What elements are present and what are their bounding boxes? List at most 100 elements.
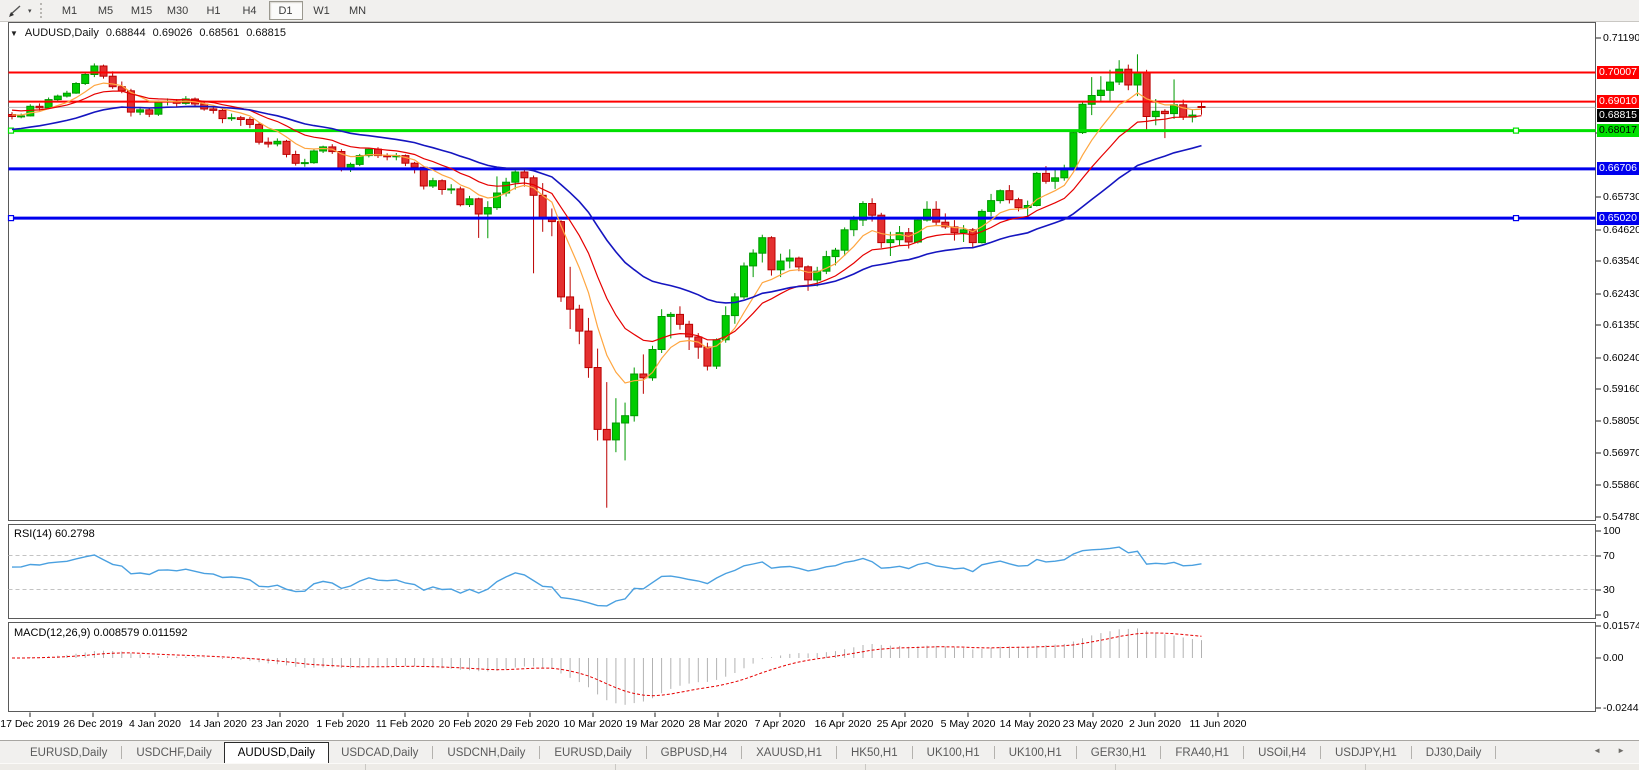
tab-separator bbox=[994, 746, 995, 759]
tab-fra40-h1[interactable]: FRA40,H1 bbox=[1163, 744, 1241, 763]
tab-separator bbox=[1076, 746, 1077, 759]
timeframe-button-h4[interactable]: H4 bbox=[233, 1, 267, 20]
tab-separator bbox=[432, 746, 433, 759]
price-tick: 0.54780 bbox=[1603, 511, 1639, 523]
price-tick: 0.60240 bbox=[1603, 352, 1639, 364]
price-tick: 0.62430 bbox=[1603, 288, 1639, 300]
date-label: 23 May 2020 bbox=[1063, 718, 1124, 730]
date-label: 25 Apr 2020 bbox=[877, 718, 934, 730]
date-label: 28 Mar 2020 bbox=[689, 718, 748, 730]
macd-tick: 0.015741 bbox=[1603, 620, 1639, 632]
tab-separator bbox=[1160, 746, 1161, 759]
tab-usdjpy-h1[interactable]: USDJPY,H1 bbox=[1323, 744, 1409, 763]
timeframe-button-m5[interactable]: M5 bbox=[89, 1, 123, 20]
rsi-label: RSI(14) 60.2798 bbox=[14, 528, 95, 540]
tab-usdcnh-daily[interactable]: USDCNH,Daily bbox=[435, 744, 537, 763]
hline-price-label-0.66706[interactable]: 0.66706 bbox=[1597, 162, 1639, 175]
tab-uk100-h1-1[interactable]: UK100,H1 bbox=[915, 744, 992, 763]
date-label: 23 Jan 2020 bbox=[251, 718, 309, 730]
ohlc-high: 0.69026 bbox=[153, 27, 193, 39]
tab-eurusd-daily-2[interactable]: EURUSD,Daily bbox=[542, 744, 643, 763]
hline-price-label-0.69010[interactable]: 0.69010 bbox=[1597, 95, 1639, 108]
date-label: 4 Jan 2020 bbox=[129, 718, 181, 730]
macd-tick: 0.00 bbox=[1603, 652, 1639, 664]
date-label: 14 Jan 2020 bbox=[189, 718, 247, 730]
price-tick: 0.63540 bbox=[1603, 255, 1639, 267]
tab-uk100-h1-2[interactable]: UK100,H1 bbox=[997, 744, 1074, 763]
macd-tick: -0.024412 bbox=[1603, 702, 1639, 714]
tab-separator bbox=[912, 746, 913, 759]
tab-gbpusd-h4[interactable]: GBPUSD,H4 bbox=[649, 744, 739, 763]
date-label: 2 Jun 2020 bbox=[1129, 718, 1181, 730]
hline-price-label-0.68017[interactable]: 0.68017 bbox=[1597, 124, 1639, 137]
timeframe-button-h1[interactable]: H1 bbox=[197, 1, 231, 20]
date-label: 14 May 2020 bbox=[1000, 718, 1061, 730]
date-label: 17 Dec 2019 bbox=[0, 718, 60, 730]
price-tick: 0.65730 bbox=[1603, 191, 1639, 203]
hline-price-label-0.70007[interactable]: 0.70007 bbox=[1597, 66, 1639, 79]
ohlc-close: 0.68815 bbox=[246, 27, 286, 39]
line-draw-tool-icon[interactable] bbox=[2, 2, 28, 19]
toolbar-grip bbox=[40, 3, 47, 18]
tab-usdcad-daily[interactable]: USDCAD,Daily bbox=[329, 744, 430, 763]
tool-dropdown-caret[interactable]: ▾ bbox=[28, 7, 32, 15]
tab-xauusd-h1[interactable]: XAUUSD,H1 bbox=[744, 744, 834, 763]
price-tick: 0.61350 bbox=[1603, 319, 1639, 331]
tab-scroll-left-icon[interactable]: ◄ bbox=[1593, 746, 1601, 755]
chart-canvas[interactable] bbox=[0, 0, 1639, 769]
date-label: 20 Feb 2020 bbox=[439, 718, 498, 730]
timeframe-button-w1[interactable]: W1 bbox=[305, 1, 339, 20]
macd-label: MACD(12,26,9) 0.008579 0.011592 bbox=[14, 627, 187, 639]
ohlc-open: 0.68844 bbox=[106, 27, 146, 39]
date-label: 10 Mar 2020 bbox=[564, 718, 623, 730]
date-label: 1 Feb 2020 bbox=[316, 718, 369, 730]
tab-separator bbox=[1495, 746, 1496, 759]
tab-separator bbox=[539, 746, 540, 759]
timeframe-button-mn[interactable]: MN bbox=[341, 1, 375, 20]
tab-ger30-h1[interactable]: GER30,H1 bbox=[1079, 744, 1159, 763]
price-tick: 0.71190 bbox=[1603, 32, 1639, 44]
chart-tab-bar: EURUSD,Daily USDCHF,Daily AUDUSD,Daily U… bbox=[0, 740, 1639, 763]
tab-separator bbox=[836, 746, 837, 759]
timeframe-button-d1[interactable]: D1 bbox=[269, 1, 303, 20]
rsi-tick: 70 bbox=[1603, 550, 1639, 562]
chart-title: ▼ AUDUSD,Daily 0.68844 0.69026 0.68561 0… bbox=[10, 27, 286, 39]
tab-dj30-daily[interactable]: DJ30,Daily bbox=[1414, 744, 1494, 763]
date-label: 16 Apr 2020 bbox=[815, 718, 872, 730]
date-label: 11 Feb 2020 bbox=[376, 718, 434, 730]
tab-separator bbox=[646, 746, 647, 759]
price-tick: 0.64620 bbox=[1603, 224, 1639, 236]
tab-separator bbox=[121, 746, 122, 759]
tab-hk50-h1[interactable]: HK50,H1 bbox=[839, 744, 910, 763]
price-tick: 0.56970 bbox=[1603, 447, 1639, 459]
price-tick: 0.58050 bbox=[1603, 415, 1639, 427]
date-label: 19 Mar 2020 bbox=[626, 718, 685, 730]
mt4-window: { "toolbar": { "tool_icon": "line-draw-t… bbox=[0, 0, 1639, 769]
hline-price-label-0.65020[interactable]: 0.65020 bbox=[1597, 212, 1639, 225]
timeframe-toolbar: ▾ M1 M5 M15 M30 H1 H4 D1 W1 MN bbox=[0, 0, 1639, 22]
date-label: 5 May 2020 bbox=[941, 718, 996, 730]
rsi-tick: 30 bbox=[1603, 584, 1639, 596]
date-label: 7 Apr 2020 bbox=[755, 718, 806, 730]
tab-eurusd-daily-1[interactable]: EURUSD,Daily bbox=[18, 744, 119, 763]
current-price-label: 0.68815 bbox=[1597, 109, 1639, 122]
tab-audusd-daily[interactable]: AUDUSD,Daily bbox=[224, 742, 329, 764]
timeframe-button-m30[interactable]: M30 bbox=[161, 1, 195, 20]
timeframe-button-m1[interactable]: M1 bbox=[53, 1, 87, 20]
tab-scroll-right-icon[interactable]: ► bbox=[1617, 746, 1625, 755]
tab-separator bbox=[741, 746, 742, 759]
rsi-tick: 100 bbox=[1603, 525, 1639, 537]
date-label: 26 Dec 2019 bbox=[63, 718, 123, 730]
timeframe-button-m15[interactable]: M15 bbox=[125, 1, 159, 20]
chart-symbol-label: AUDUSD,Daily bbox=[25, 27, 99, 39]
tab-separator bbox=[1411, 746, 1412, 759]
price-tick: 0.55860 bbox=[1603, 479, 1639, 491]
ohlc-low: 0.68561 bbox=[199, 27, 239, 39]
tab-separator bbox=[1243, 746, 1244, 759]
chart-collapse-icon[interactable]: ▼ bbox=[10, 29, 18, 38]
price-tick: 0.59160 bbox=[1603, 383, 1639, 395]
tab-separator bbox=[1320, 746, 1321, 759]
date-label: 29 Feb 2020 bbox=[501, 718, 560, 730]
tab-usoil-h4[interactable]: USOil,H4 bbox=[1246, 744, 1318, 763]
tab-usdchf-daily[interactable]: USDCHF,Daily bbox=[124, 744, 223, 763]
